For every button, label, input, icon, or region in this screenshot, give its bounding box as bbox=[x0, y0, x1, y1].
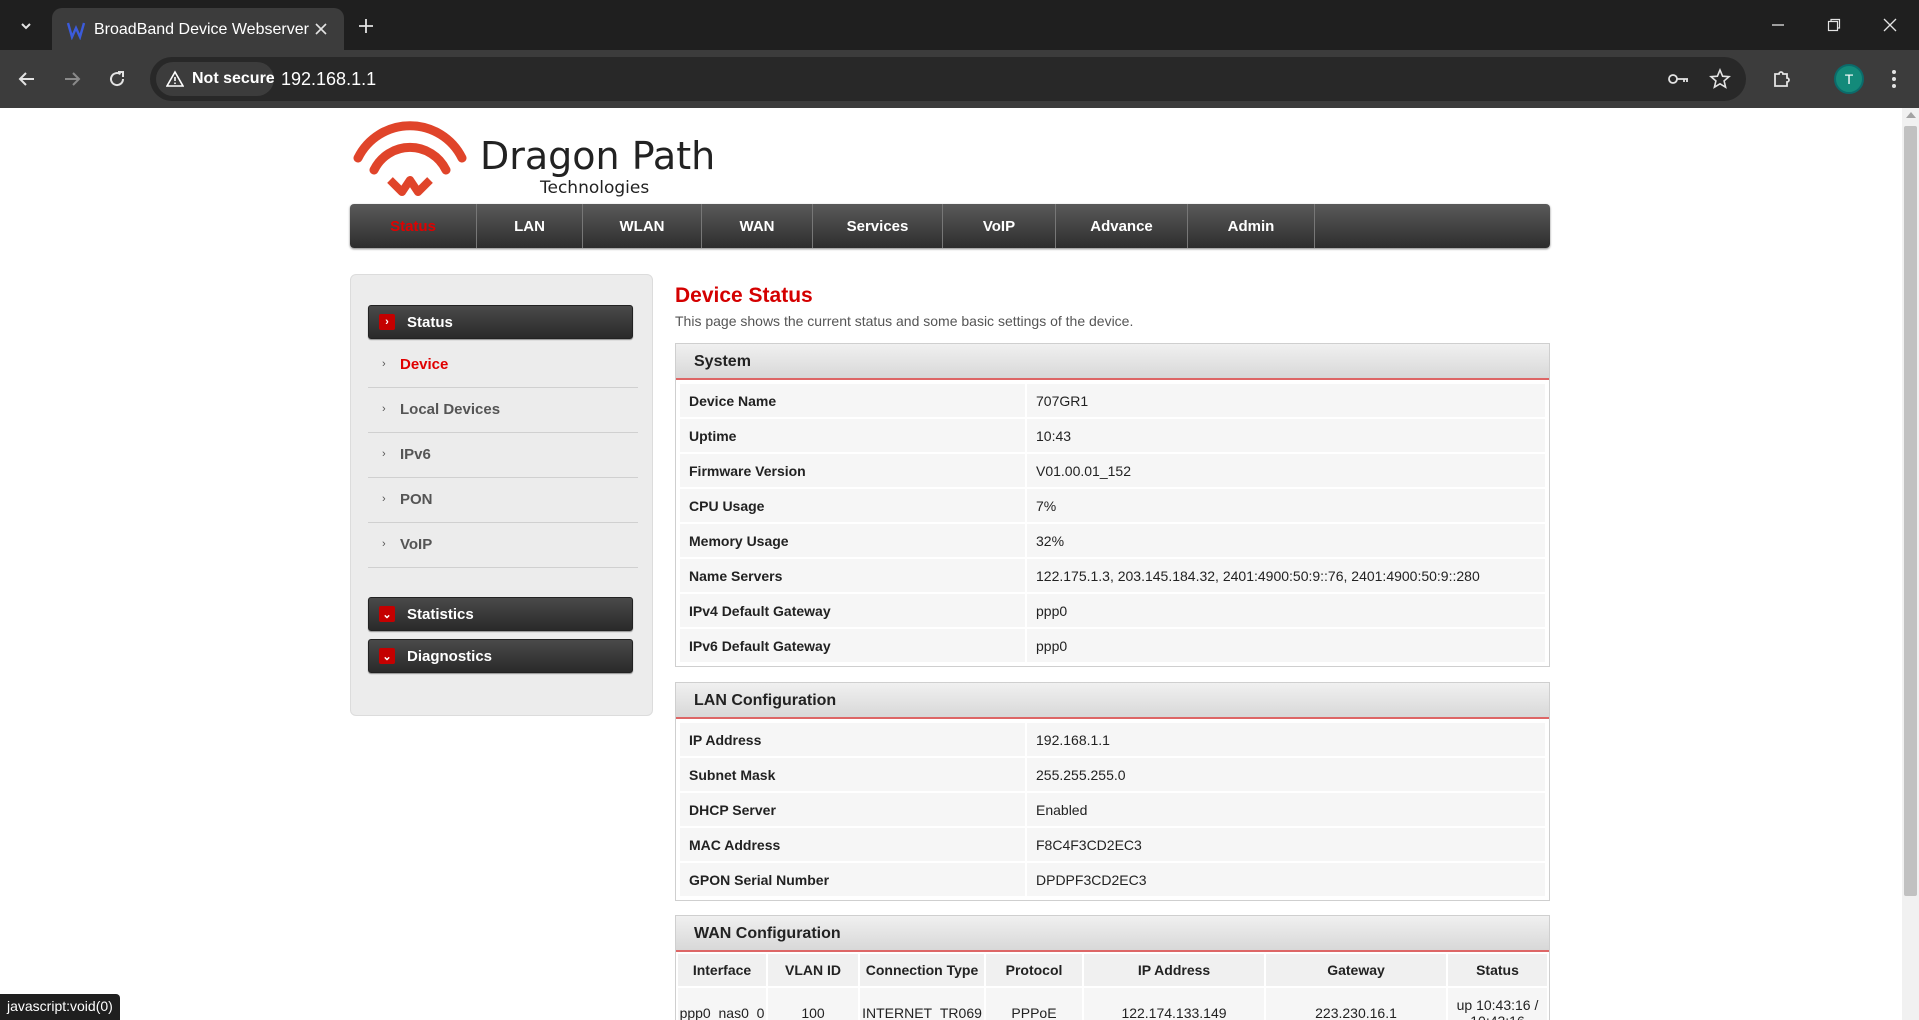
menu-wan[interactable]: WAN bbox=[702, 204, 813, 248]
section-heading: WAN Configuration bbox=[676, 916, 1549, 952]
link-status-bar: javascript:void(0) bbox=[0, 994, 120, 1020]
bullet-arrow-icon: › bbox=[382, 448, 386, 460]
table-row: MAC Address F8C4F3CD2EC3 bbox=[680, 828, 1545, 861]
table-row: IPv6 Default Gateway ppp0 bbox=[680, 629, 1545, 662]
side-panel: › Status › Device › Local Devices › IPv6… bbox=[350, 274, 653, 716]
extensions-puzzle-icon[interactable] bbox=[1766, 63, 1798, 95]
bookmark-star-icon[interactable] bbox=[1708, 67, 1732, 91]
close-window-icon[interactable] bbox=[1870, 10, 1910, 40]
page-description: This page shows the current status and s… bbox=[675, 313, 1134, 329]
lan-table: IP Address 192.168.1.1 Subnet Mask 255.255… bbox=[676, 719, 1549, 900]
system-section: System Device Name 707GR1 Uptime 10:43 Fir… bbox=[675, 343, 1550, 667]
logo-subtitle: Technologies bbox=[540, 178, 650, 198]
chevron-down-icon: ⌄ bbox=[379, 606, 395, 622]
lan-section: LAN Configuration IP Address 192.168.1.1 … bbox=[675, 682, 1550, 901]
browser-menu-kebab-icon[interactable] bbox=[1878, 63, 1910, 95]
system-table: Device Name 707GR1 Uptime 10:43 Firmware V… bbox=[676, 380, 1549, 666]
table-row: Subnet Mask 255.255.255.0 bbox=[680, 758, 1545, 791]
chevron-down-icon: ⌄ bbox=[379, 648, 395, 664]
reload-icon[interactable] bbox=[101, 63, 133, 95]
sidebar-item-pon[interactable]: › PON bbox=[368, 478, 638, 523]
table-row: IPv4 Default Gateway ppp0 bbox=[680, 594, 1545, 627]
chevron-right-icon: › bbox=[379, 314, 395, 330]
menu-lan[interactable]: LAN bbox=[477, 204, 583, 248]
table-row: GPON Serial Number DPDPF3CD2EC3 bbox=[680, 863, 1545, 896]
sidebar-item-ipv6[interactable]: › IPv6 bbox=[368, 433, 638, 478]
page-viewport: Dragon Path Technologies Status LAN WLAN… bbox=[0, 108, 1919, 1020]
not-secure-label: Not secure bbox=[192, 70, 275, 87]
restore-window-icon[interactable] bbox=[1814, 10, 1854, 40]
browser-tab-bar: BroadBand Device Webserver bbox=[0, 0, 1919, 50]
page-scrollbar[interactable] bbox=[1902, 108, 1919, 1020]
table-row: Name Servers 122.175.1.3, 203.145.184.32,… bbox=[680, 559, 1545, 592]
logo-name: Dragon Path bbox=[480, 134, 716, 178]
profile-avatar[interactable]: T bbox=[1834, 64, 1864, 94]
address-bar[interactable]: Not secure 192.168.1.1 bbox=[150, 57, 1746, 101]
scroll-thumb[interactable] bbox=[1904, 126, 1917, 896]
menu-advance[interactable]: Advance bbox=[1056, 204, 1188, 248]
sidebar-item-local-devices[interactable]: › Local Devices bbox=[368, 388, 638, 433]
menu-status[interactable]: Status bbox=[350, 204, 477, 248]
sidebar-status-list: › Device › Local Devices › IPv6 › PON › … bbox=[368, 343, 638, 568]
scroll-up-arrow-icon[interactable] bbox=[1906, 112, 1916, 118]
menu-admin[interactable]: Admin bbox=[1188, 204, 1315, 248]
forward-arrow-icon[interactable] bbox=[56, 63, 88, 95]
security-chip[interactable]: Not secure bbox=[156, 62, 275, 96]
table-row: Uptime 10:43 bbox=[680, 419, 1545, 452]
router-favicon-icon bbox=[66, 20, 86, 41]
wan-section: WAN Configuration Interface VLAN ID Conn… bbox=[675, 915, 1550, 1020]
tab-title: BroadBand Device Webserver bbox=[94, 21, 309, 38]
wan-table: Interface VLAN ID Connection Type Protoc… bbox=[676, 952, 1549, 1020]
minimize-window-icon[interactable] bbox=[1758, 10, 1798, 40]
menu-services[interactable]: Services bbox=[813, 204, 943, 248]
warning-triangle-icon bbox=[166, 70, 184, 87]
section-heading: System bbox=[676, 344, 1549, 380]
sidebar-diagnostics-header[interactable]: ⌄ Diagnostics bbox=[368, 639, 633, 673]
page-title: Device Status bbox=[675, 284, 813, 307]
close-tab-icon[interactable] bbox=[310, 18, 332, 40]
table-row: ppp0_nas0_0 100 INTERNET_TR069 PPPoE 122… bbox=[678, 988, 1547, 1020]
sidebar-item-voip[interactable]: › VoIP bbox=[368, 523, 638, 568]
table-row: Firmware Version V01.00.01_152 bbox=[680, 454, 1545, 487]
tab-search-chevron-icon[interactable] bbox=[12, 12, 40, 40]
browser-toolbar: Not secure 192.168.1.1 T bbox=[0, 50, 1919, 108]
dragon-path-logo: Dragon Path Technologies bbox=[350, 118, 720, 198]
sidebar-item-device[interactable]: › Device bbox=[368, 343, 638, 388]
sidebar-statistics-header[interactable]: ⌄ Statistics bbox=[368, 597, 633, 631]
bullet-arrow-icon: › bbox=[382, 493, 386, 505]
browser-tab-active[interactable]: BroadBand Device Webserver bbox=[52, 8, 344, 50]
password-key-icon[interactable] bbox=[1666, 67, 1690, 91]
menu-wlan[interactable]: WLAN bbox=[583, 204, 702, 248]
table-row: DHCP Server Enabled bbox=[680, 793, 1545, 826]
url-text[interactable]: 192.168.1.1 bbox=[281, 69, 376, 90]
table-row: Memory Usage 32% bbox=[680, 524, 1545, 557]
table-row: Device Name 707GR1 bbox=[680, 384, 1545, 417]
bullet-arrow-icon: › bbox=[382, 403, 386, 415]
table-header-row: Interface VLAN ID Connection Type Protoc… bbox=[678, 954, 1547, 986]
sidebar-status-header[interactable]: › Status bbox=[368, 305, 633, 339]
section-heading: LAN Configuration bbox=[676, 683, 1549, 719]
table-row: CPU Usage 7% bbox=[680, 489, 1545, 522]
main-menu: Status LAN WLAN WAN Services VoIP Advanc… bbox=[350, 204, 1550, 248]
bullet-arrow-icon: › bbox=[382, 538, 386, 550]
table-row: IP Address 192.168.1.1 bbox=[680, 723, 1545, 756]
wifi-logo-icon bbox=[353, 121, 467, 196]
bullet-arrow-icon: › bbox=[382, 358, 386, 370]
back-arrow-icon[interactable] bbox=[11, 63, 43, 95]
new-tab-plus-icon[interactable] bbox=[352, 12, 380, 40]
menu-voip[interactable]: VoIP bbox=[943, 204, 1056, 248]
